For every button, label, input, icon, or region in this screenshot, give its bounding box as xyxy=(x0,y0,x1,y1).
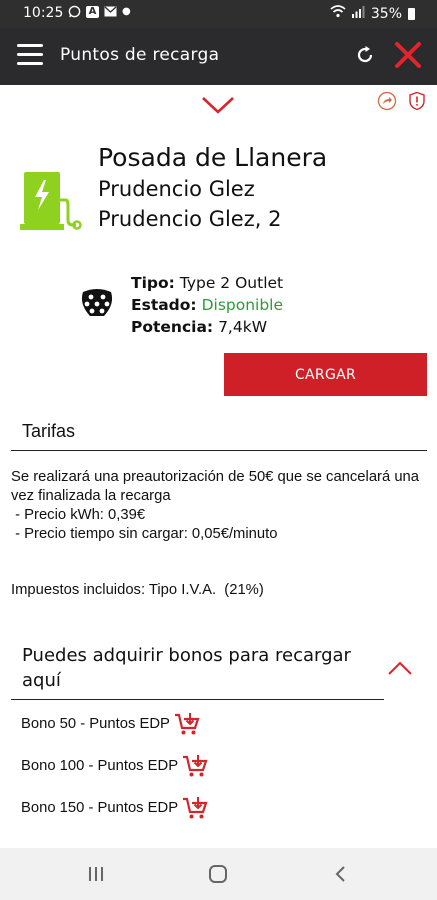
tax-text: Impuestos incluidos: Tipo I.V.A. (21%) xyxy=(11,582,264,598)
connector-state-label: Estado: xyxy=(131,296,197,314)
wifi-icon xyxy=(330,5,346,22)
home-icon[interactable] xyxy=(209,865,227,883)
bonus-label: Bono 100 - Puntos EDP xyxy=(21,758,179,774)
bonuses-title: Puedes adquirir bonos para recargar aquí xyxy=(22,645,351,691)
station-address: Prudencio Glez, 2 xyxy=(98,207,282,231)
tariffs-text: Se realizará una preautorización de 50€ … xyxy=(11,468,431,544)
connector-type-value: Type 2 Outlet xyxy=(179,274,284,292)
connector-power-label: Potencia: xyxy=(131,318,214,336)
tariffs-description: Se realizará una preautorización de 50€ … xyxy=(11,469,420,504)
battery-icon xyxy=(408,7,415,20)
status-time: 10:25 xyxy=(23,5,64,21)
connector-state-row: Estado: Disponible xyxy=(131,294,283,316)
connector-power-value: 7,4kW xyxy=(218,318,268,336)
bonus-item[interactable]: Bono 100 - Puntos EDP xyxy=(21,754,208,778)
connector-info: Tipo: Type 2 Outlet Estado: Disponible P… xyxy=(131,272,283,338)
station-operator: Prudencio Glez xyxy=(98,177,255,201)
back-icon[interactable] xyxy=(334,865,346,883)
refresh-icon[interactable] xyxy=(353,43,377,67)
tariffs-divider xyxy=(11,450,427,451)
station-name: Posada de Llanera xyxy=(98,143,328,172)
dot-icon: ● xyxy=(122,6,131,17)
battery-text: 35% xyxy=(370,5,402,22)
tariff-line-kwh: - Precio kWh: 0,39€ xyxy=(11,507,146,523)
add-to-cart-icon[interactable] xyxy=(182,754,208,778)
bonus-item[interactable]: Bono 50 - Puntos EDP xyxy=(21,712,200,736)
status-bar: 10:25 A ● 35% xyxy=(0,0,437,28)
app-bar: Puntos de recarga xyxy=(0,28,437,85)
mail-icon xyxy=(104,6,117,17)
bonus-label: Bono 50 - Puntos EDP xyxy=(21,716,170,732)
tariff-line-time: - Precio tiempo sin cargar: 0,05€/minuto xyxy=(11,526,278,542)
whatsapp-icon xyxy=(68,5,81,18)
report-icon[interactable] xyxy=(407,91,427,111)
connector-type-row: Tipo: Type 2 Outlet xyxy=(131,272,283,294)
page-title: Puntos de recarga xyxy=(60,45,220,65)
connector-type-label: Tipo: xyxy=(131,274,175,292)
connector-state-value: Disponible xyxy=(201,296,284,314)
chevron-up-icon[interactable] xyxy=(387,660,413,676)
type2-connector-icon xyxy=(80,288,114,318)
recent-apps-icon[interactable] xyxy=(88,866,104,882)
chevron-down-icon[interactable] xyxy=(200,94,236,116)
connector-power-row: Potencia: 7,4kW xyxy=(131,316,283,338)
add-to-cart-icon[interactable] xyxy=(174,712,200,736)
bonuses-divider xyxy=(11,699,384,700)
charging-station-icon xyxy=(18,170,84,232)
notification-icons: A ● xyxy=(68,5,131,18)
bonus-label: Bono 150 - Puntos EDP xyxy=(21,800,179,816)
system-status: 35% xyxy=(330,5,415,22)
signal-icon xyxy=(351,5,365,22)
a-icon: A xyxy=(86,5,99,18)
share-icon[interactable] xyxy=(377,91,397,111)
tariffs-title: Tarifas xyxy=(22,421,76,441)
close-icon[interactable] xyxy=(393,40,423,70)
charge-button[interactable]: CARGAR xyxy=(224,353,427,396)
menu-icon[interactable] xyxy=(17,44,43,66)
bonus-item[interactable]: Bono 150 - Puntos EDP xyxy=(21,796,208,820)
add-to-cart-icon[interactable] xyxy=(182,796,208,820)
system-nav-bar xyxy=(0,848,437,900)
